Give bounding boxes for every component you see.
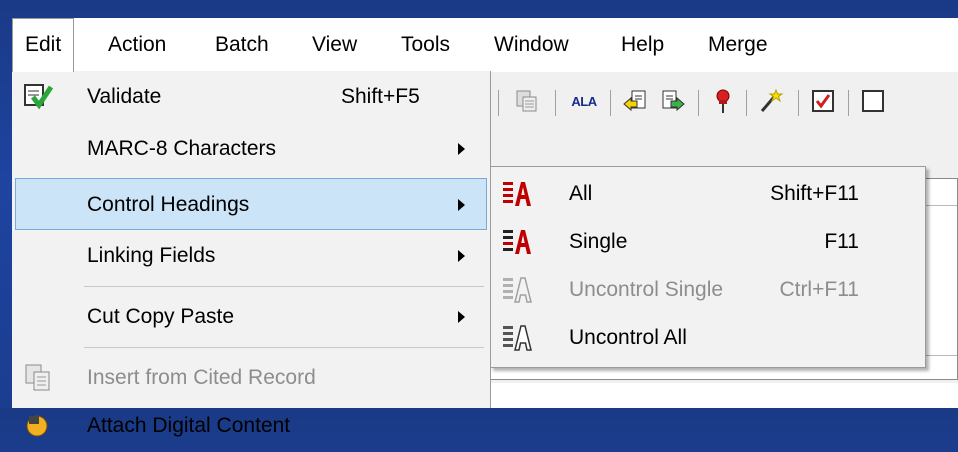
menu-item-validate[interactable]: Validate Shift+F5	[15, 71, 487, 123]
status-area	[490, 383, 958, 408]
menu-item-label: Control Headings	[87, 193, 250, 216]
submenu-item-shortcut: F11	[824, 230, 859, 253]
uncontrol-single-icon	[503, 277, 532, 303]
submenu-item-label: All	[569, 182, 593, 205]
control-single-icon	[503, 230, 531, 254]
menu-item-linking-fields[interactable]: Linking Fields	[15, 230, 487, 282]
menu-item-label: Linking Fields	[87, 244, 216, 267]
toolbar-separator	[798, 90, 799, 116]
uncontrol-all-icon	[503, 325, 532, 351]
menu-separator	[84, 286, 484, 287]
submenu-item-shortcut: Ctrl+F11	[779, 278, 859, 301]
menu-window[interactable]: Window	[482, 18, 581, 72]
menu-item-label: Validate	[87, 85, 162, 108]
pushpin-icon[interactable]	[708, 86, 738, 116]
ala-label: ALA	[571, 93, 597, 109]
menu-action[interactable]: Action	[96, 18, 178, 72]
toolbar-separator	[498, 90, 499, 116]
next-record-icon[interactable]	[658, 86, 688, 116]
submenu-arrow-icon	[458, 143, 465, 155]
menu-item-insert-from-cited-record[interactable]: Insert from Cited Record	[15, 352, 487, 404]
record-icon[interactable]	[858, 86, 888, 116]
menu-item-label: MARC-8 Characters	[87, 137, 277, 160]
submenu-arrow-icon	[458, 199, 465, 211]
submenu-item-label: Uncontrol Single	[569, 278, 724, 301]
control-headings-submenu: All Shift+F11 Single F11 Uncontrol Singl…	[490, 166, 926, 368]
menu-item-cut-copy-paste[interactable]: Cut Copy Paste	[15, 291, 487, 343]
toolbar-separator	[610, 90, 611, 116]
cited-record-icon	[25, 364, 50, 391]
submenu-arrow-icon	[458, 250, 465, 262]
toolbar-separator	[698, 90, 699, 116]
menu-item-marc8-characters[interactable]: MARC-8 Characters	[15, 123, 487, 175]
validate-check-icon	[24, 84, 54, 110]
menu-item-shortcut: Shift+F5	[341, 85, 420, 108]
menu-help[interactable]: Help	[609, 18, 676, 72]
submenu-arrow-icon	[458, 311, 465, 323]
menu-item-label: Cut Copy Paste	[87, 305, 235, 328]
checkbox-icon[interactable]	[808, 86, 838, 116]
submenu-item-all[interactable]: All Shift+F11	[491, 169, 925, 219]
submenu-item-shortcut: Shift+F11	[770, 182, 859, 205]
menu-bar: Edit Action Batch View Tools Window Help…	[12, 18, 958, 72]
menu-tools[interactable]: Tools	[389, 18, 462, 72]
menu-separator	[84, 347, 484, 348]
submenu-item-label: Single	[569, 230, 628, 253]
toolbar-separator	[555, 90, 556, 116]
toolbar-separator	[848, 90, 849, 116]
edit-menu: Validate Shift+F5 MARC-8 Characters Cont…	[12, 71, 491, 437]
menu-view[interactable]: View	[300, 18, 369, 72]
previous-record-icon[interactable]	[620, 86, 650, 116]
paste-record-icon[interactable]	[512, 86, 542, 116]
submenu-item-uncontrol-single[interactable]: Uncontrol Single Ctrl+F11	[491, 265, 925, 315]
toolbar-separator	[746, 90, 747, 116]
magic-wand-icon[interactable]	[756, 86, 786, 116]
submenu-item-label: Uncontrol All	[569, 326, 687, 349]
menu-batch[interactable]: Batch	[203, 18, 281, 72]
menu-item-label: Insert from Cited Record	[87, 366, 316, 389]
submenu-item-uncontrol-all[interactable]: Uncontrol All	[491, 313, 925, 363]
control-all-icon	[503, 182, 531, 206]
menu-item-control-headings[interactable]: Control Headings	[15, 178, 487, 230]
menu-edit[interactable]: Edit	[12, 18, 75, 72]
ala-icon[interactable]: ALA	[564, 86, 604, 116]
submenu-item-single[interactable]: Single F11	[491, 217, 925, 267]
attach-digital-content-icon	[26, 415, 48, 437]
menu-merge[interactable]: Merge	[696, 18, 780, 72]
